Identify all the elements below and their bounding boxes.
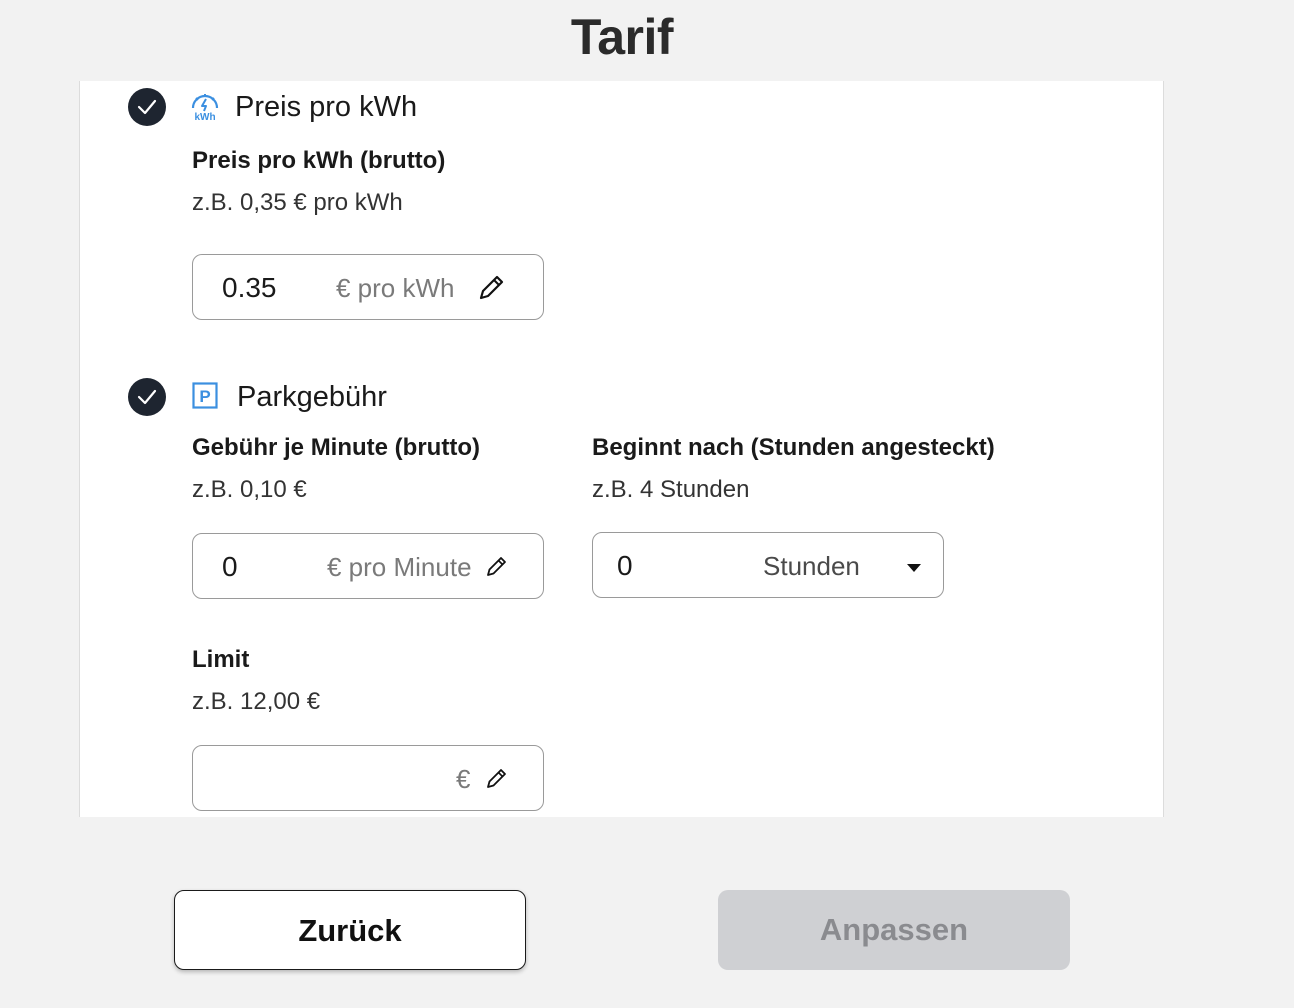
pencil-icon xyxy=(485,766,509,795)
kwh-price-value: 0.35 xyxy=(222,272,277,303)
parking-limit-hint: z.B. 12,00 € xyxy=(192,688,321,715)
kwh-enabled-checkbox[interactable] xyxy=(128,88,166,126)
kwh-icon-text: kWh xyxy=(194,112,215,122)
parking-start-unit: Stunden xyxy=(763,551,860,581)
apply-button[interactable]: Anpassen xyxy=(718,890,1070,970)
parking-enabled-checkbox[interactable] xyxy=(128,378,166,416)
parking-start-hint: z.B. 4 Stunden xyxy=(592,476,750,503)
parking-limit-input[interactable]: € xyxy=(192,745,544,811)
kwh-price-unit: € pro kWh xyxy=(336,273,455,303)
parking-limit-unit: € xyxy=(456,764,471,794)
page-title: Tarif xyxy=(570,9,674,65)
parking-fee-label: Gebühr je Minute (brutto) xyxy=(192,434,480,461)
kwh-meter-icon: kWh xyxy=(189,90,221,127)
parking-icon: P xyxy=(192,382,218,415)
parking-fee-input[interactable]: 0 € pro Minute xyxy=(192,533,544,599)
parking-start-select[interactable]: 0 Stunden xyxy=(592,532,944,598)
parking-fee-unit: € pro Minute xyxy=(327,552,472,582)
kwh-price-hint: z.B. 0,35 € pro kWh xyxy=(192,189,403,216)
checkmark-icon xyxy=(137,99,157,115)
pencil-icon xyxy=(485,554,509,583)
tariff-card: kWh Preis pro kWh Preis pro kWh (brutto)… xyxy=(79,81,1164,817)
kwh-section-title: Preis pro kWh xyxy=(235,91,418,123)
parking-icon-text: P xyxy=(199,387,210,406)
parking-start-label: Beginnt nach (Stunden angesteckt) xyxy=(592,434,995,461)
parking-fee-hint: z.B. 0,10 € xyxy=(192,476,307,503)
parking-section-title: Parkgebühr xyxy=(237,381,387,413)
parking-fee-value: 0 xyxy=(222,551,238,582)
parking-limit-label: Limit xyxy=(192,646,250,673)
kwh-price-input[interactable]: 0.35 € pro kWh xyxy=(192,254,544,320)
kwh-price-label: Preis pro kWh (brutto) xyxy=(192,147,446,174)
checkmark-icon xyxy=(137,389,157,405)
caret-down-icon xyxy=(906,560,922,578)
pencil-icon xyxy=(477,272,507,307)
parking-start-value: 0 xyxy=(617,550,633,581)
back-button[interactable]: Zurück xyxy=(174,890,526,970)
